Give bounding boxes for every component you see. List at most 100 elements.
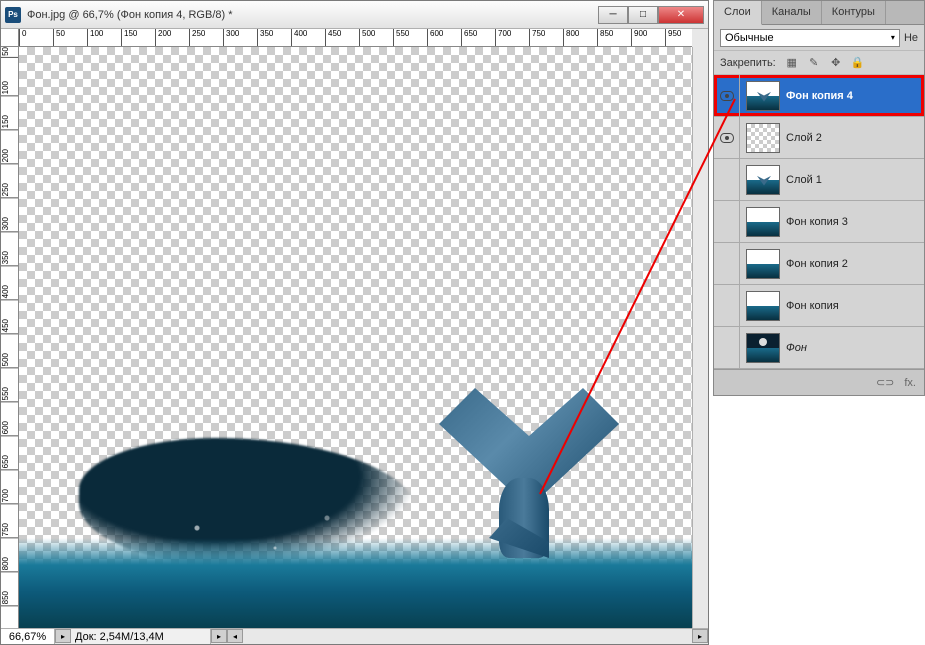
lock-transparency-icon[interactable]: ▦ xyxy=(784,55,800,71)
ruler-tick: 850 xyxy=(1,591,18,606)
tab-channels[interactable]: Каналы xyxy=(762,1,822,24)
ruler-vertical[interactable]: 5010015020025030035040045050055060065070… xyxy=(1,47,19,628)
panel-tabs: Слои Каналы Контуры xyxy=(714,1,924,25)
ruler-tick: 150 xyxy=(1,115,18,130)
layer-row[interactable]: Фон копия xyxy=(714,285,924,327)
doc-info-menu[interactable]: ▸ xyxy=(211,629,227,643)
ruler-tick: 100 xyxy=(87,29,103,46)
layer-visibility-toggle[interactable] xyxy=(714,117,740,158)
layer-visibility-toggle[interactable] xyxy=(714,285,740,326)
layer-name[interactable]: Фон копия 4 xyxy=(786,90,918,102)
layer-fx-icon[interactable]: fx. xyxy=(904,377,916,389)
ruler-tick: 700 xyxy=(495,29,511,46)
layer-name[interactable]: Фон копия 3 xyxy=(786,216,918,228)
canvas[interactable] xyxy=(19,47,692,628)
layer-thumbnail[interactable] xyxy=(746,333,780,363)
opacity-label: Не xyxy=(904,32,918,44)
layer-visibility-toggle[interactable] xyxy=(714,327,740,368)
ruler-origin[interactable] xyxy=(1,29,19,47)
titlebar[interactable]: Ps Фон.jpg @ 66,7% (Фон копия 4, RGB/8) … xyxy=(1,1,708,29)
tab-paths[interactable]: Контуры xyxy=(822,1,886,24)
lock-all-icon[interactable]: 🔒 xyxy=(850,55,866,71)
blend-mode-value: Обычные xyxy=(725,32,774,44)
layers-panel: Слои Каналы Контуры Обычные Не Закрепить… xyxy=(713,0,925,396)
ruler-tick: 0 xyxy=(19,29,26,46)
window-title: Фон.jpg @ 66,7% (Фон копия 4, RGB/8) * xyxy=(27,9,598,21)
layer-thumbnail[interactable] xyxy=(746,81,780,111)
layer-row[interactable]: Фон копия 2 xyxy=(714,243,924,285)
ruler-tick: 250 xyxy=(189,29,205,46)
layer-thumbnail[interactable] xyxy=(746,291,780,321)
ruler-tick: 400 xyxy=(1,285,18,300)
ruler-tick: 50 xyxy=(53,29,65,46)
layer-name[interactable]: Фон xyxy=(786,342,918,354)
scrollbar-horizontal[interactable] xyxy=(243,629,692,644)
layer-visibility-toggle[interactable] xyxy=(714,159,740,200)
eye-icon xyxy=(720,91,734,101)
ruler-tick: 150 xyxy=(121,29,137,46)
ruler-tick: 600 xyxy=(427,29,443,46)
ruler-tick: 300 xyxy=(223,29,239,46)
blend-mode-select[interactable]: Обычные xyxy=(720,29,900,47)
minimize-button[interactable]: ─ xyxy=(598,6,628,24)
lock-label: Закрепить: xyxy=(720,57,776,69)
layer-thumbnail[interactable] xyxy=(746,165,780,195)
app-icon: Ps xyxy=(5,7,21,23)
artwork-water xyxy=(19,448,692,628)
doc-info-arrow[interactable]: ▸ xyxy=(55,629,71,643)
ruler-tick: 650 xyxy=(1,455,18,470)
ruler-tick: 750 xyxy=(529,29,545,46)
ruler-tick: 550 xyxy=(1,387,18,402)
layer-row[interactable]: Фон копия 4 xyxy=(714,75,924,117)
layer-row[interactable]: Фон копия 3 xyxy=(714,201,924,243)
scrollbar-vertical[interactable] xyxy=(692,47,708,628)
lock-pixels-icon[interactable]: ✎ xyxy=(806,55,822,71)
layer-name[interactable]: Фон копия 2 xyxy=(786,258,918,270)
canvas-viewport[interactable] xyxy=(19,47,692,628)
eye-icon xyxy=(720,133,734,143)
document-info[interactable]: Док: 2,54M/13,4M xyxy=(71,629,211,644)
layer-name[interactable]: Слой 1 xyxy=(786,174,918,186)
ruler-tick: 450 xyxy=(325,29,341,46)
panel-footer: ⊂⊃ fx. xyxy=(714,369,924,395)
artwork-whale-tail xyxy=(399,388,619,588)
layer-visibility-toggle[interactable] xyxy=(714,201,740,242)
ruler-tick: 350 xyxy=(1,251,18,266)
document-window: Ps Фон.jpg @ 66,7% (Фон копия 4, RGB/8) … xyxy=(0,0,709,645)
layer-row[interactable]: Слой 2 xyxy=(714,117,924,159)
layers-list: Фон копия 4 Слой 2 Слой 1 Фон копия 3 Фон ко… xyxy=(714,75,924,369)
ruler-horizontal[interactable]: 0501001502002503003504004505005506006507… xyxy=(19,29,692,47)
layer-thumbnail[interactable] xyxy=(746,249,780,279)
scroll-right-button[interactable]: ▸ xyxy=(692,629,708,643)
layer-thumbnail[interactable] xyxy=(746,123,780,153)
layer-name[interactable]: Слой 2 xyxy=(786,132,918,144)
lock-position-icon[interactable]: ✥ xyxy=(828,55,844,71)
ruler-tick: 100 xyxy=(1,81,18,96)
ruler-tick: 250 xyxy=(1,183,18,198)
ruler-tick: 600 xyxy=(1,421,18,436)
ruler-tick: 750 xyxy=(1,523,18,538)
ruler-tick: 950 xyxy=(665,29,681,46)
layer-thumbnail[interactable] xyxy=(746,207,780,237)
layer-row[interactable]: Фон xyxy=(714,327,924,369)
ruler-tick: 450 xyxy=(1,319,18,334)
ruler-tick: 900 xyxy=(631,29,647,46)
maximize-button[interactable]: □ xyxy=(628,6,658,24)
layer-visibility-toggle[interactable] xyxy=(714,243,740,284)
ruler-tick: 500 xyxy=(359,29,375,46)
zoom-level[interactable]: 66,67% xyxy=(1,629,55,644)
ruler-tick: 50 xyxy=(1,47,18,58)
ruler-tick: 650 xyxy=(461,29,477,46)
close-button[interactable]: ✕ xyxy=(658,6,704,24)
ruler-tick: 200 xyxy=(1,149,18,164)
ruler-tick: 300 xyxy=(1,217,18,232)
ruler-tick: 850 xyxy=(597,29,613,46)
ruler-tick: 200 xyxy=(155,29,171,46)
layer-visibility-toggle[interactable] xyxy=(714,75,740,116)
scroll-left-button[interactable]: ◂ xyxy=(227,629,243,643)
ruler-tick: 700 xyxy=(1,489,18,504)
layer-name[interactable]: Фон копия xyxy=(786,300,918,312)
layer-row[interactable]: Слой 1 xyxy=(714,159,924,201)
link-layers-icon[interactable]: ⊂⊃ xyxy=(876,376,894,389)
tab-layers[interactable]: Слои xyxy=(714,1,762,25)
